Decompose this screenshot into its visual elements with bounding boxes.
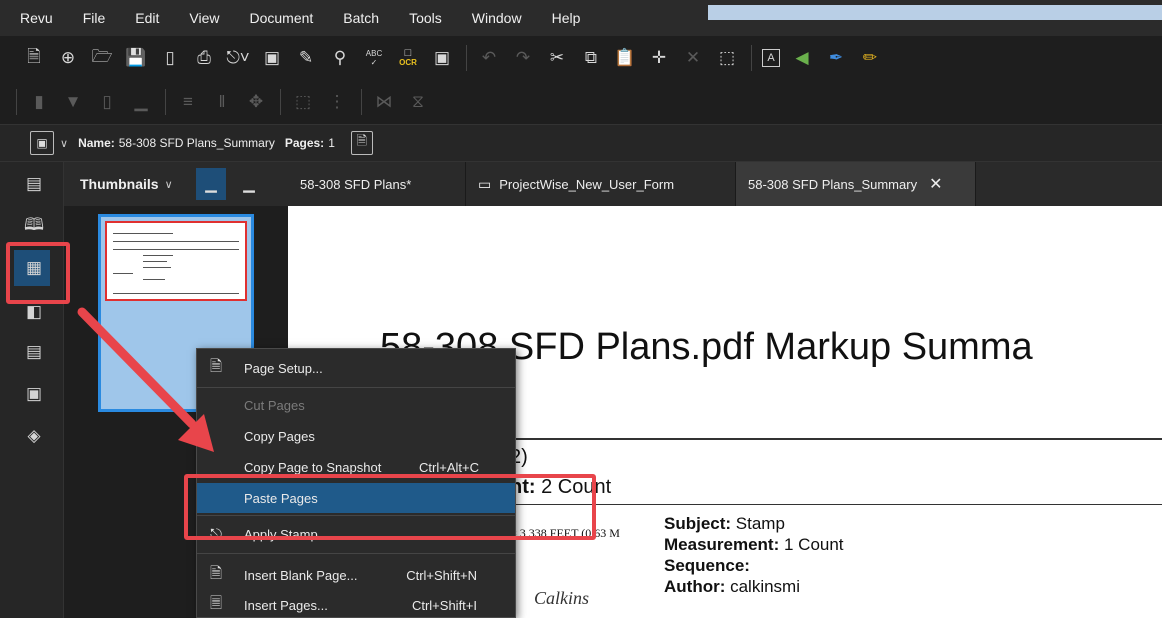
annotation-arrow	[77, 307, 214, 452]
revu-window: Revu File Edit View Document Batch Tools…	[0, 0, 1162, 618]
